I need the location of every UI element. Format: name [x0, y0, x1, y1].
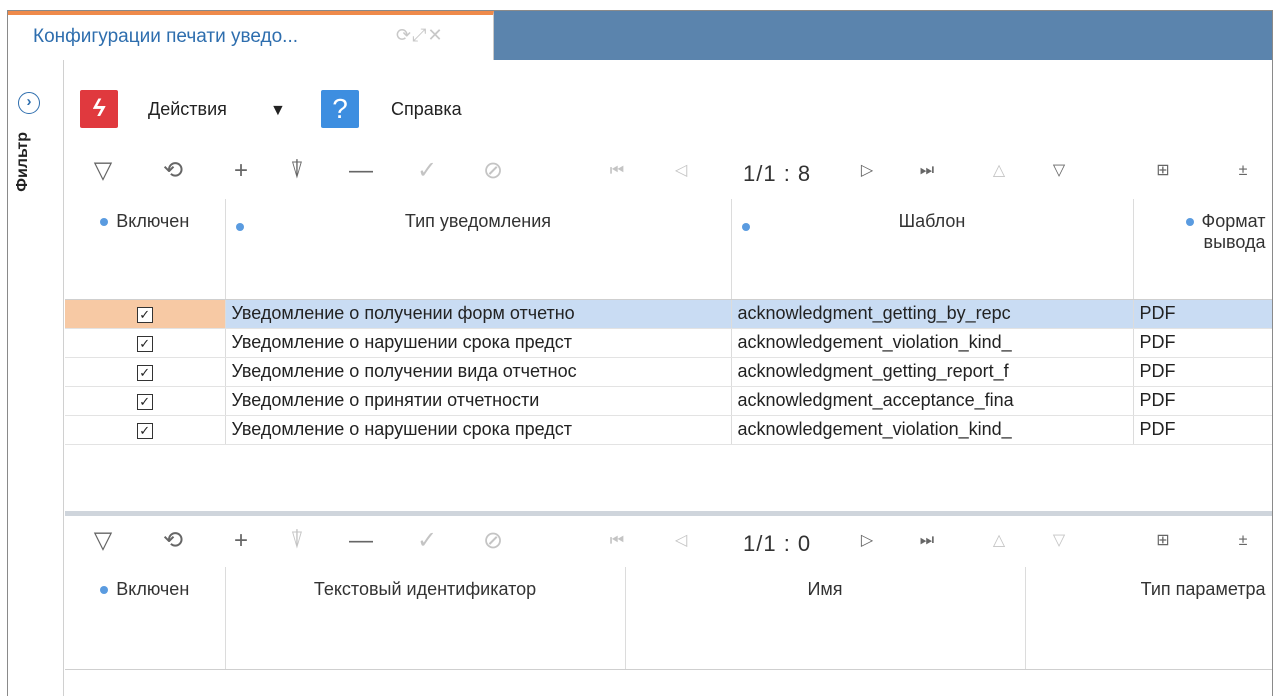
cell-template: acknowledgment_acceptance_fina [731, 386, 1134, 416]
tab-title: Конфигурации печати уведо... [33, 26, 298, 47]
filter-icon[interactable]: ▽ [87, 525, 119, 557]
next-page-icon[interactable]: ▷ [851, 155, 883, 187]
column-output-format[interactable]: Формат вывода [1133, 199, 1272, 300]
cell-format: PDF [1133, 328, 1272, 358]
table-row[interactable]: ✓ Уведомление о принятии отчетности ackn… [65, 386, 1272, 416]
filter-label[interactable]: Фильтр [14, 132, 32, 192]
help-icon[interactable]: ? [321, 90, 359, 128]
enabled-checkbox[interactable]: ✓ [136, 307, 153, 323]
table-row[interactable]: ✓ Уведомление о получении форм отчетно a… [65, 299, 1272, 329]
cell-format: PDF [1133, 415, 1272, 445]
column-enabled[interactable]: Включен [65, 567, 226, 670]
sort-indicator-icon [1185, 218, 1194, 227]
expand-icon[interactable]: ⤢ [412, 25, 427, 45]
column-name[interactable]: Имя [625, 567, 1026, 670]
edit-icon[interactable]: ⍒ [281, 155, 313, 187]
pager-status: 1/1 : 0 [743, 531, 812, 556]
tab-strip: Конфигурации печати уведо... ⟳⤢✕ [8, 11, 1272, 60]
cell-template: acknowledgement_violation_kind_ [731, 328, 1134, 358]
table-row[interactable]: ✓ Уведомление о получении вида отчетнос … [65, 357, 1272, 387]
actions-button[interactable]: Действия [148, 99, 227, 120]
column-text-id[interactable]: Текстовый идентификатор [225, 567, 626, 670]
panel-splitter[interactable] [65, 511, 1272, 516]
actions-icon[interactable]: ϟ [80, 90, 118, 128]
refresh-icon[interactable]: ⟲ [157, 155, 189, 187]
sort-indicator-icon [235, 223, 244, 231]
sort-indicator-icon [100, 218, 109, 227]
cell-format: PDF [1133, 299, 1272, 329]
grid2-toolbar: ▽ ⟲ + ⍒ — ✓ ⊘ ⏮ ◁ 1/1 : 0 ▷ ⏭ △ ▽ ⊞ ± [65, 519, 1272, 563]
next-page-icon[interactable]: ▷ [851, 525, 883, 557]
dropdown-caret-icon[interactable]: ▼ [270, 102, 286, 120]
sort-up-icon[interactable]: △ [983, 525, 1015, 557]
cell-template: acknowledgment_getting_report_f [731, 357, 1134, 387]
notifications-grid: Включен Тип уведомления Шаблон Формат вы… [65, 199, 1272, 445]
cell-type: Уведомление о получении вида отчетнос [225, 357, 732, 387]
group-icon[interactable]: ± [1227, 525, 1259, 557]
cell-format: PDF [1133, 357, 1272, 387]
edit-icon[interactable]: ⍒ [281, 525, 313, 557]
refresh-icon[interactable]: ⟳ [396, 25, 412, 45]
column-parameter-type[interactable]: Тип параметра [1025, 567, 1272, 670]
confirm-icon[interactable]: ✓ [411, 525, 443, 557]
column-notification-type[interactable]: Тип уведомления [225, 199, 732, 300]
filter-sidebar: › Фильтр [8, 60, 64, 696]
enabled-checkbox[interactable]: ✓ [136, 365, 153, 381]
cell-template: acknowledgement_violation_kind_ [731, 415, 1134, 445]
sort-down-icon[interactable]: ▽ [1043, 155, 1075, 187]
first-page-icon[interactable]: ⏮ [601, 525, 633, 557]
sort-indicator-icon [741, 223, 750, 231]
group-icon[interactable]: ± [1227, 155, 1259, 187]
table-row[interactable]: ✓ Уведомление о нарушении срока предст a… [65, 415, 1272, 445]
window: Конфигурации печати уведо... ⟳⤢✕ › Фильт… [7, 10, 1273, 696]
parameters-grid: Включен Текстовый идентификатор Имя Тип … [65, 567, 1272, 670]
cell-type: Уведомление о получении форм отчетно [225, 299, 732, 329]
add-icon[interactable]: + [225, 525, 257, 557]
tab-print-config[interactable]: Конфигурации печати уведо... ⟳⤢✕ [8, 11, 494, 60]
sort-up-icon[interactable]: △ [983, 155, 1015, 187]
enabled-checkbox[interactable]: ✓ [136, 394, 153, 410]
add-icon[interactable]: + [225, 155, 257, 187]
columns-icon[interactable]: ⊞ [1147, 525, 1179, 557]
cancel-icon[interactable]: ⊘ [477, 525, 509, 557]
chevron-right-icon[interactable]: › [18, 92, 40, 114]
confirm-icon[interactable]: ✓ [411, 155, 443, 187]
prev-page-icon[interactable]: ◁ [665, 155, 697, 187]
sort-indicator-icon [100, 586, 109, 595]
pager-status: 1/1 : 8 [743, 161, 812, 186]
column-enabled[interactable]: Включен [65, 199, 226, 300]
column-template[interactable]: Шаблон [731, 199, 1134, 300]
tab-controls: ⟳⤢✕ [396, 25, 444, 46]
refresh-icon[interactable]: ⟲ [157, 525, 189, 557]
grid1-toolbar: ▽ ⟲ + ⍒ — ✓ ⊘ ⏮ ◁ 1/1 : 8 ▷ ⏭ △ ▽ ⊞ ± [65, 149, 1272, 193]
cell-type: Уведомление о принятии отчетности [225, 386, 732, 416]
cancel-icon[interactable]: ⊘ [477, 155, 509, 187]
columns-icon[interactable]: ⊞ [1147, 155, 1179, 187]
close-icon[interactable]: ✕ [428, 25, 444, 45]
last-page-icon[interactable]: ⏭ [911, 155, 943, 187]
first-page-icon[interactable]: ⏮ [601, 155, 633, 187]
sort-down-icon[interactable]: ▽ [1043, 525, 1075, 557]
cell-type: Уведомление о нарушении срока предст [225, 415, 732, 445]
filter-icon[interactable]: ▽ [87, 155, 119, 187]
enabled-checkbox[interactable]: ✓ [136, 423, 153, 439]
remove-icon[interactable]: — [345, 155, 377, 187]
prev-page-icon[interactable]: ◁ [665, 525, 697, 557]
remove-icon[interactable]: — [345, 525, 377, 557]
cell-type: Уведомление о нарушении срока предст [225, 328, 732, 358]
help-button[interactable]: Справка [391, 99, 462, 120]
enabled-checkbox[interactable]: ✓ [136, 336, 153, 352]
cell-format: PDF [1133, 386, 1272, 416]
cell-template: acknowledgment_getting_by_repc [731, 299, 1134, 329]
last-page-icon[interactable]: ⏭ [911, 525, 943, 557]
table-row[interactable]: ✓ Уведомление о нарушении срока предст a… [65, 328, 1272, 358]
